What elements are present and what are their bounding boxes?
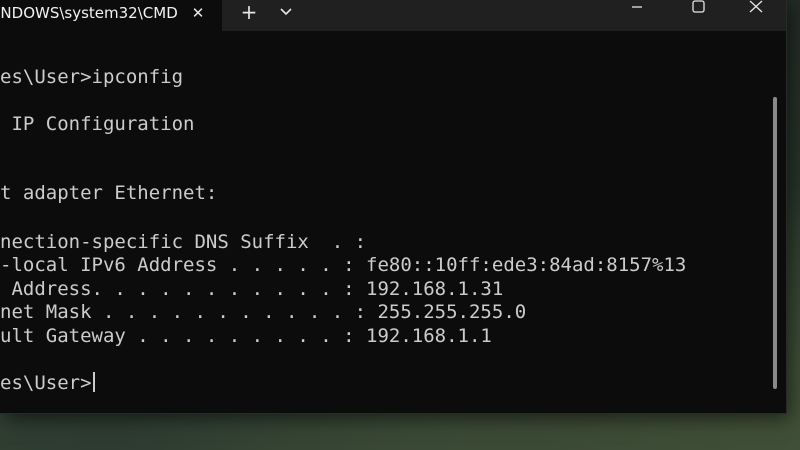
prompt-line[interactable]: es\User> xyxy=(0,372,95,395)
tab-close-icon[interactable]: ✕ xyxy=(188,1,208,25)
console-line: nection-specific DNS Suffix . : xyxy=(0,231,367,253)
tab-cmd[interactable]: INDOWS\system32\CMD ✕ xyxy=(0,0,222,31)
terminal-window: INDOWS\system32\CMD ✕ + es\User>ipconfig… xyxy=(0,0,786,413)
title-bar: INDOWS\system32\CMD ✕ + xyxy=(0,0,786,31)
console-line: Address. . . . . . . . . . . : 192.168.1… xyxy=(0,278,504,300)
console-line: es\User>ipconfig xyxy=(0,66,184,88)
console-output[interactable]: es\User>ipconfig IP Configuration t adap… xyxy=(0,31,770,413)
new-tab-button[interactable]: + xyxy=(236,0,262,26)
maximize-button[interactable] xyxy=(675,0,721,26)
console-line: -local IPv6 Address . . . . . : fe80::10… xyxy=(0,254,687,276)
scrollbar-thumb[interactable] xyxy=(773,97,777,389)
tab-title: INDOWS\system32\CMD xyxy=(0,4,178,22)
chevron-down-icon[interactable] xyxy=(274,0,298,26)
minimize-button[interactable] xyxy=(614,0,660,26)
console-line: net Mask . . . . . . . . . . . : 255.255… xyxy=(0,301,527,323)
console-line: t adapter Ethernet: xyxy=(0,182,218,204)
prompt-text: es\User> xyxy=(0,372,92,394)
close-window-button[interactable] xyxy=(733,0,779,26)
console-line: ult Gateway . . . . . . . . . : 192.168.… xyxy=(0,325,492,347)
console-line: IP Configuration xyxy=(0,113,195,135)
text-cursor xyxy=(92,372,95,392)
